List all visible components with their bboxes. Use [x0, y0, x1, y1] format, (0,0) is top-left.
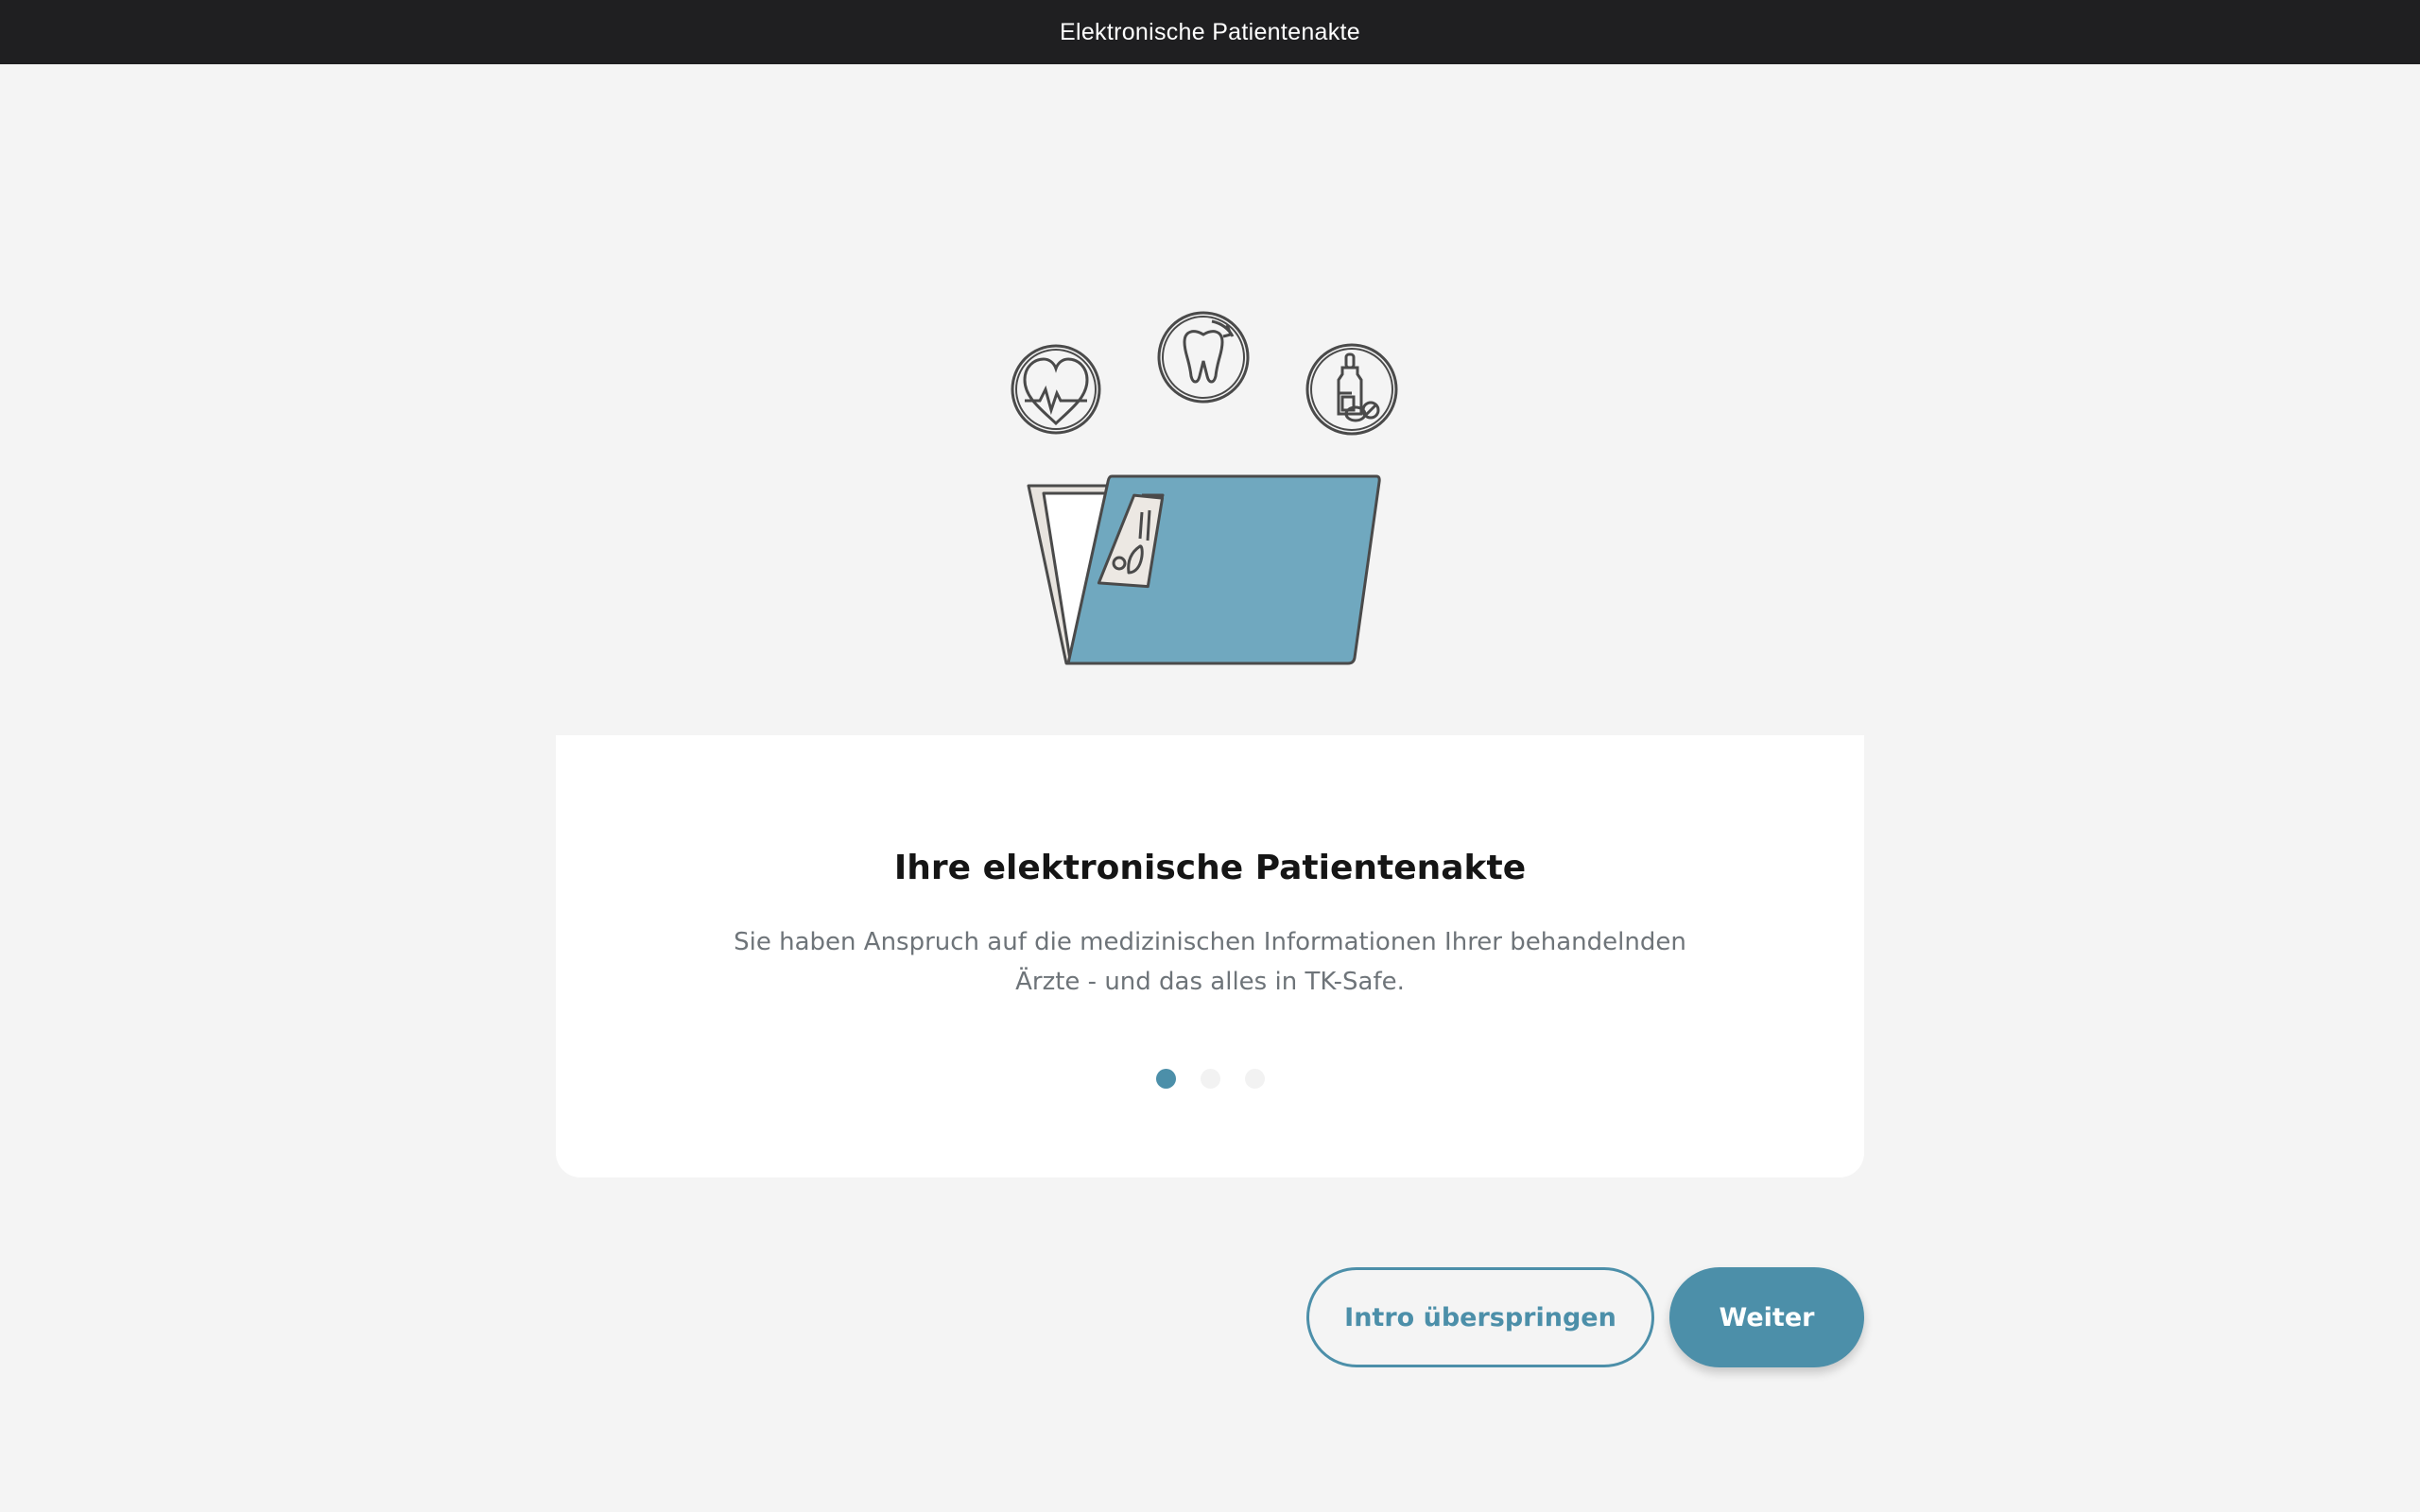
heart-pulse-icon	[1011, 344, 1101, 435]
page-indicator	[556, 1069, 1864, 1089]
onboarding-card: Ihre elektronische Patientenakte Sie hab…	[556, 735, 1864, 1177]
tooth-icon	[1157, 311, 1250, 404]
window-title: Elektronische Patientenakte	[1059, 18, 1360, 45]
page-dot-1[interactable]	[1155, 1069, 1176, 1089]
skip-intro-button[interactable]: Intro überspringen	[1306, 1267, 1654, 1367]
page-dot-3[interactable]	[1244, 1069, 1265, 1089]
patient-record-illustration	[1002, 302, 1418, 671]
card-title: Ihre elektronische Patientenakte	[893, 849, 1527, 887]
medicine-bottle-icon	[1305, 343, 1398, 436]
title-bar: Elektronische Patientenakte	[0, 0, 2420, 64]
folder-icon	[1027, 474, 1381, 665]
next-button[interactable]: Weiter	[1669, 1267, 1864, 1367]
card-description: Sie haben Anspruch auf die medizinischen…	[734, 928, 1686, 996]
page-dot-2[interactable]	[1200, 1069, 1220, 1089]
